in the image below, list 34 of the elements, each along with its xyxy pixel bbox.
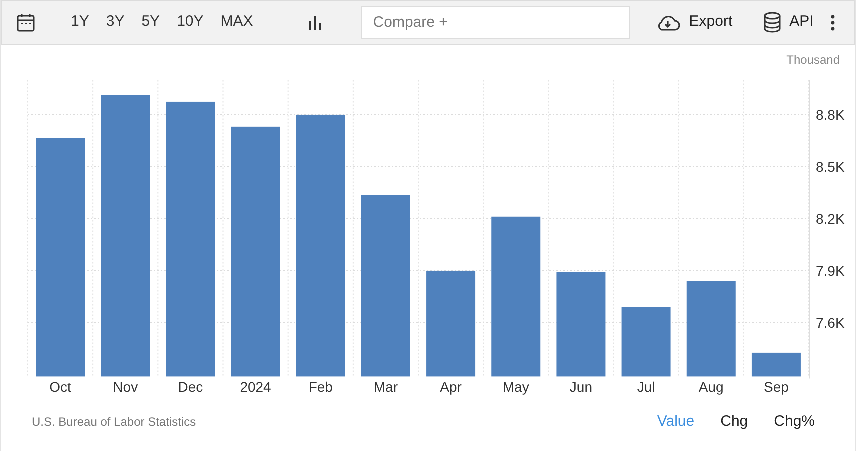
cloud-download-icon: [656, 14, 680, 31]
database-icon: [764, 12, 781, 33]
axis-tick-label: 7.9K: [816, 262, 845, 279]
axis-category-label: Jun: [570, 379, 592, 395]
api-button[interactable]: API: [764, 11, 814, 34]
axis-tick-label: 8.5K: [816, 158, 845, 175]
range-button[interactable]: 1Y: [71, 9, 90, 36]
axis-category-label: Feb: [308, 379, 333, 395]
bar-chart-icon[interactable]: [308, 15, 324, 30]
axis-category-label: Mar: [374, 379, 398, 395]
axis-tick-label: 8.8K: [816, 106, 845, 123]
axis-category-label: May: [502, 379, 530, 395]
axis-category-label: Jul: [637, 379, 656, 395]
range-button[interactable]: 10Y: [177, 9, 204, 36]
range-button[interactable]: 5Y: [142, 9, 160, 36]
compare-field[interactable]: Compare +: [361, 6, 630, 39]
export-button[interactable]: Export: [656, 11, 733, 34]
axis-category-label: Nov: [113, 379, 138, 395]
range-button[interactable]: 3Y: [106, 9, 125, 36]
view-mode-tab[interactable]: Chg%: [774, 411, 815, 434]
more-icon[interactable]: [831, 14, 835, 30]
axis-category-label: Oct: [50, 379, 72, 395]
axis-category-label: 2024: [240, 379, 272, 395]
axis-tick-label: 8.2K: [816, 210, 845, 227]
axis-category-label: Aug: [698, 379, 724, 395]
axis-category-label: Sep: [764, 379, 789, 395]
source-text: U.S. Bureau of Labor Statistics: [32, 414, 196, 432]
range-button[interactable]: MAX: [220, 9, 254, 36]
axis-category-label: Dec: [178, 379, 204, 395]
axis-category-label: Apr: [440, 379, 462, 395]
unit-label: Thousand: [786, 54, 841, 66]
calendar-icon[interactable]: [17, 13, 35, 32]
view-mode-tab[interactable]: Chg: [720, 411, 748, 434]
axis-tick-label: 7.6K: [816, 314, 845, 331]
